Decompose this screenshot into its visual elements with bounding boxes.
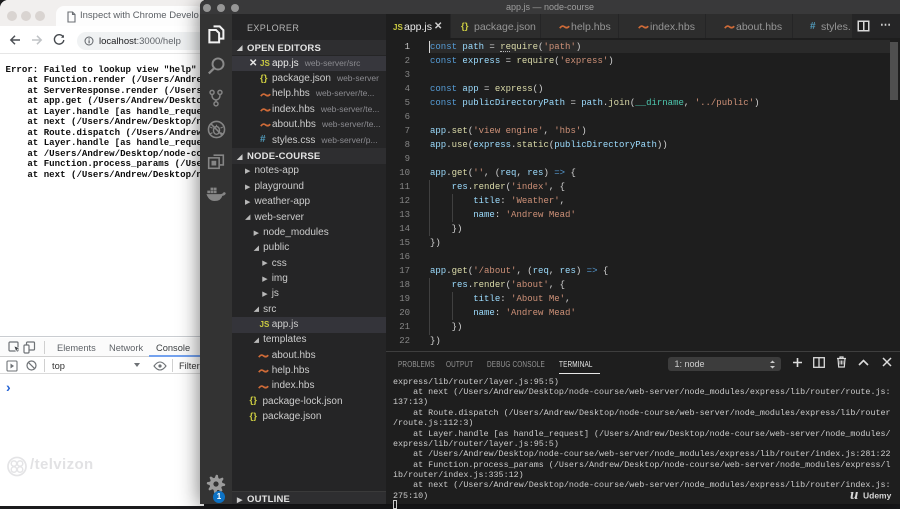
svg-text:u: u: [850, 487, 858, 502]
svg-text:Udemy: Udemy: [863, 490, 892, 500]
